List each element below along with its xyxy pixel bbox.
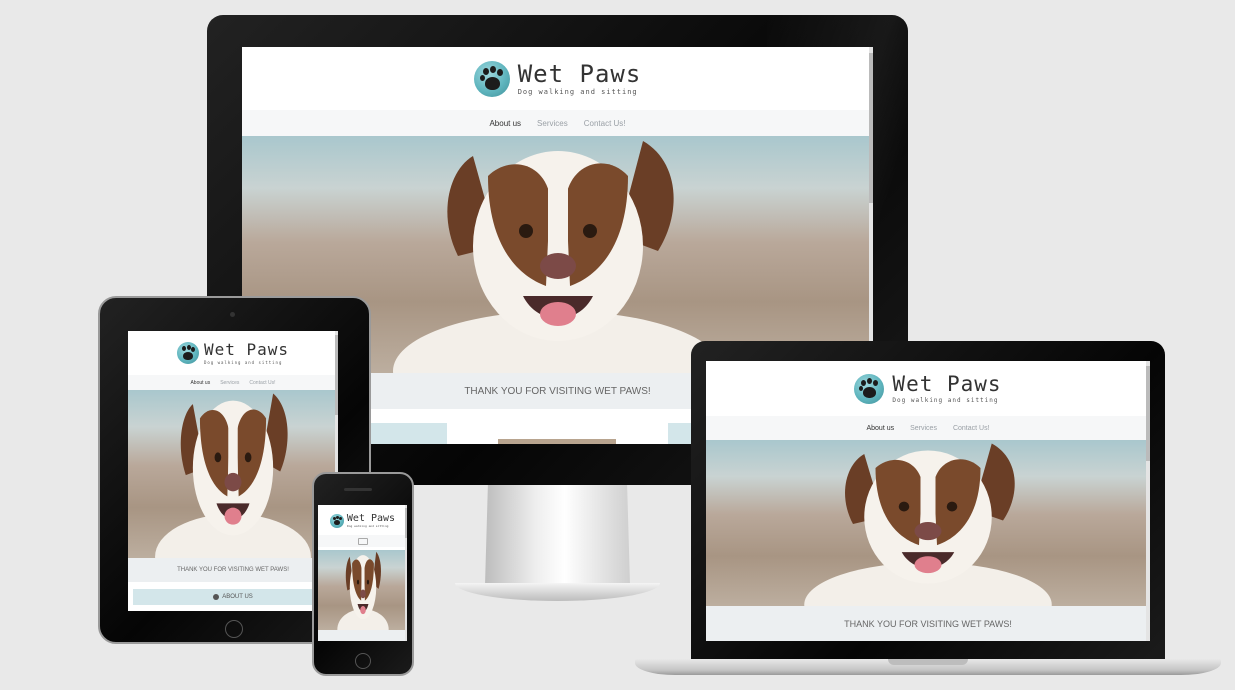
dog-illustration [155, 393, 311, 558]
phone-screen: Wet Paws Dog walking and sitting [318, 505, 407, 641]
hamburger-icon[interactable] [357, 537, 368, 545]
desktop-scroll-thumb[interactable] [869, 53, 873, 203]
brand-tagline: Dog walking and sitting [203, 359, 283, 365]
thanks-banner: THANK YOU FOR VISITING WET PAWS! [706, 606, 1150, 641]
site-nav-collapsed [318, 535, 407, 547]
nav-contact[interactable]: Contact Us! [249, 380, 275, 386]
brand-logo: Wet Paws Dog walking and sitting [242, 59, 873, 99]
nav-services[interactable]: Services [537, 119, 568, 128]
laptop: Wet Paws Dog walking and sitting About u… [635, 341, 1221, 681]
dog-illustration [336, 551, 389, 630]
paw-icon [329, 514, 344, 528]
laptop-screen: Wet Paws Dog walking and sitting About u… [706, 361, 1150, 641]
nav-services[interactable]: Services [910, 425, 937, 432]
thanks-banner: THANK YOU FOR VISITING WET PAWS! [128, 558, 338, 582]
nav-contact[interactable]: Contact Us! [584, 119, 626, 128]
hero-dog-image [128, 390, 338, 558]
nav-about-us[interactable]: About us [190, 380, 210, 386]
paw-icon [176, 342, 199, 364]
tablet-home-button[interactable] [225, 620, 243, 638]
phone-home-button[interactable] [355, 653, 371, 669]
site-nav: About us Services Contact Us! [242, 110, 873, 136]
nav-services[interactable]: Services [220, 380, 239, 386]
phone-scroll-thumb[interactable] [405, 508, 407, 538]
site-header: Wet Paws Dog walking and sitting [706, 361, 1150, 416]
tablet-screen: Wet Paws Dog walking and sitting About u… [128, 331, 338, 611]
site-header: Wet Paws Dog walking and sitting [318, 505, 407, 535]
site-header: Wet Paws Dog walking and sitting [242, 47, 873, 110]
phone: Wet Paws Dog walking and sitting [312, 472, 414, 676]
thanks-banner [318, 630, 407, 641]
laptop-scroll-thumb[interactable] [1146, 366, 1150, 461]
brand-name: Wet Paws [346, 513, 396, 524]
brand-name: Wet Paws [892, 372, 1002, 396]
site-nav: About us Services Contact Us! [706, 416, 1150, 440]
brand-logo: Wet Paws Dog walking and sitting [128, 339, 338, 367]
brand-tagline: Dog walking and sitting [892, 397, 999, 404]
brand-tagline: Dog walking and sitting [517, 88, 638, 96]
hero-dog-image [318, 550, 407, 630]
dog-illustration [392, 141, 723, 373]
about-us-button[interactable]: ABOUT US [133, 589, 333, 605]
site-header: Wet Paws Dog walking and sitting [128, 331, 338, 375]
hero-dog-image [706, 440, 1150, 606]
site-nav: About us Services Contact Us! [128, 375, 338, 390]
nav-contact[interactable]: Contact Us! [953, 425, 990, 432]
dog-illustration [804, 443, 1052, 606]
brand-tagline: Dog walking and sitting [346, 524, 389, 528]
brand-logo: Wet Paws Dog walking and sitting [318, 511, 407, 531]
card-middle [498, 439, 616, 444]
paw-icon [854, 374, 885, 404]
paw-icon [473, 61, 510, 97]
tablet-scroll-thumb[interactable] [335, 335, 338, 415]
nav-about-us[interactable]: About us [866, 425, 894, 432]
brand-name: Wet Paws [203, 339, 290, 359]
tablet-camera [230, 312, 235, 317]
brand-name: Wet Paws [517, 60, 642, 88]
nav-about-us[interactable]: About us [489, 119, 521, 128]
info-circle-icon [213, 594, 220, 600]
brand-logo: Wet Paws Dog walking and sitting [706, 371, 1150, 407]
about-us-label: ABOUT US [222, 594, 253, 600]
